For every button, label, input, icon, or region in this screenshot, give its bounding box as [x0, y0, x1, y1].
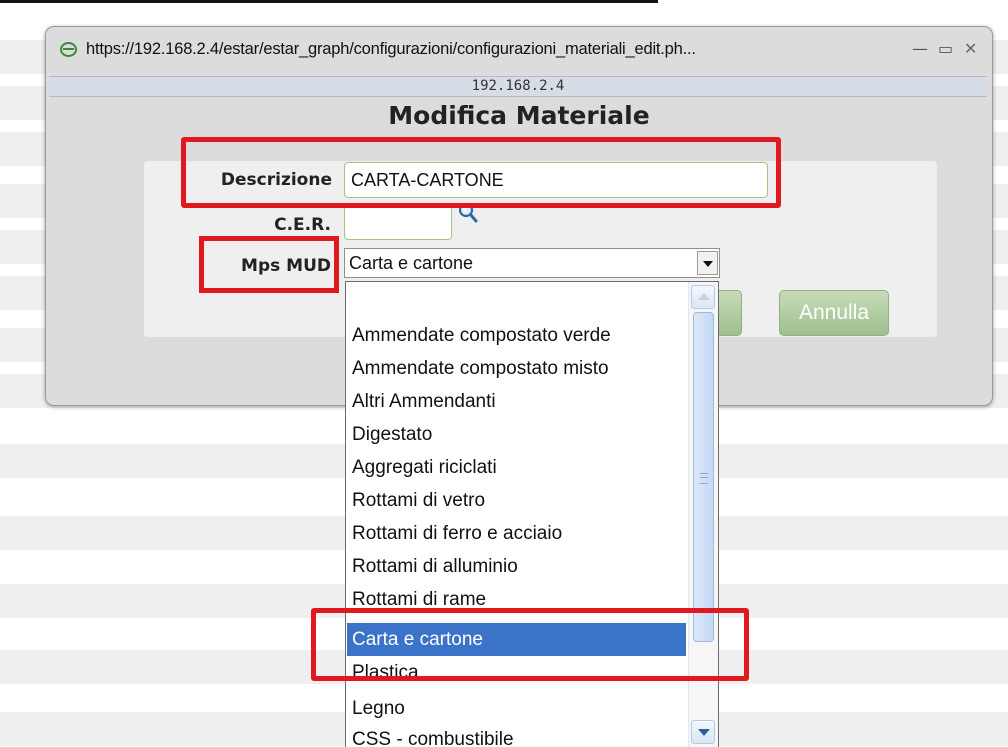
dropdown-option[interactable]: Aggregati riciclati [347, 451, 686, 484]
chevron-down-icon[interactable] [697, 251, 718, 275]
highlight-box-carta-e-cartone [311, 608, 749, 681]
annulla-button[interactable]: Annulla [779, 290, 889, 336]
grip-icon [700, 473, 708, 484]
maximize-button[interactable]: ▭ [938, 39, 953, 58]
cer-label: C.E.R. [274, 215, 331, 235]
scroll-down-arrow-icon[interactable] [691, 720, 715, 744]
minimize-button[interactable]: — [912, 39, 928, 58]
host-bar: 192.168.2.4 [49, 76, 987, 97]
dropdown-option[interactable]: Ammendate compostato verde [347, 319, 686, 352]
page-title: Modifica Materiale [388, 101, 650, 130]
dropdown-option[interactable]: Rottami di ferro e acciaio [347, 517, 686, 550]
mps-mud-select[interactable]: Carta e cartone [344, 248, 720, 278]
window-titlebar[interactable]: https://192.168.2.4/estar/estar_graph/co… [46, 27, 992, 75]
scrollbar-thumb[interactable] [693, 312, 714, 642]
window-url: https://192.168.2.4/estar/estar_graph/co… [86, 40, 696, 58]
dropdown-option[interactable]: Altri Ammendanti [347, 385, 686, 418]
highlight-box-mps-mud [199, 236, 339, 293]
ie-icon [60, 42, 77, 57]
dropdown-option[interactable] [347, 286, 686, 319]
scroll-up-arrow-icon[interactable] [691, 285, 715, 309]
dropdown-option[interactable]: Ammendate compostato misto [347, 352, 686, 385]
dropdown-option[interactable]: Rottami di vetro [347, 484, 686, 517]
mps-mud-selected-value: Carta e cartone [349, 253, 474, 273]
dropdown-option[interactable]: Legno [347, 692, 686, 725]
cer-input[interactable] [344, 204, 452, 240]
dropdown-option[interactable]: Digestato [347, 418, 686, 451]
highlight-box-descrizione [181, 137, 781, 208]
dropdown-option[interactable]: Rottami di alluminio [347, 550, 686, 583]
top-border-line [0, 0, 658, 3]
close-button[interactable]: ✕ [964, 39, 977, 58]
dropdown-option[interactable]: CSS - combustibile [347, 723, 686, 747]
